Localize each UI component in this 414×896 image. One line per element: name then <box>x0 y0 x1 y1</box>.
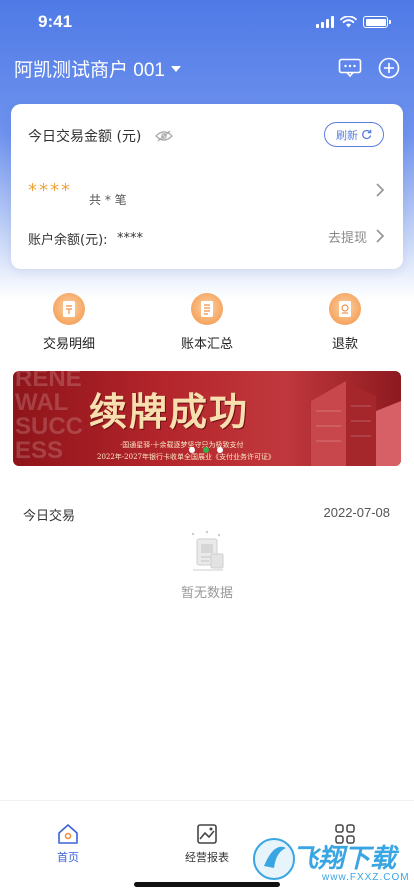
report-icon <box>197 824 217 844</box>
home-icon <box>58 824 78 844</box>
watermark: 飞翔下载 www.FXXZ.COM <box>248 830 410 890</box>
amount-masked: **** <box>28 180 72 201</box>
quick-item-transaction-details[interactable]: 交易明细 <box>19 293 119 352</box>
building-graphic <box>311 381 401 466</box>
merchant-switcher[interactable]: 阿凯测试商户 001 <box>14 55 181 82</box>
banner-subtitle: 2022年-2027年银行卡收单全国展业《支付业务许可证》 <box>97 453 275 461</box>
carousel-indicator <box>189 447 223 453</box>
quick-item-label: 退款 <box>331 337 358 352</box>
refresh-icon <box>362 129 372 140</box>
quick-item-refund[interactable]: 退款 <box>295 293 395 352</box>
refresh-button[interactable]: 刷新 <box>324 122 384 147</box>
quick-item-ledger-summary[interactable]: 账本汇总 <box>157 293 257 352</box>
today-amount-title: 今日交易金额 (元) <box>28 129 142 145</box>
ledger-icon <box>191 293 223 325</box>
refund-icon <box>329 293 361 325</box>
quick-menu: 交易明细 账本汇总 退款 <box>0 293 414 355</box>
refresh-label: 刷新 <box>336 128 358 142</box>
withdraw-link[interactable]: 去提现 <box>328 227 367 246</box>
tab-business-report[interactable]: 经营报表 <box>162 823 252 865</box>
carousel-dot-active[interactable] <box>203 447 209 453</box>
empty-label: 暂无数据 <box>180 586 233 601</box>
tab-label: 首页 <box>57 851 79 864</box>
summary-card: 今日交易金额 (元) 刷新 **** 共 * 笔 账户余额(元): **** 去… <box>11 104 403 269</box>
topbar-actions <box>338 57 400 79</box>
top-bar: 阿凯测试商户 001 <box>0 48 414 88</box>
signal-icon <box>316 16 334 28</box>
tab-home[interactable]: 首页 <box>23 823 113 865</box>
transaction-count: 共 * 笔 <box>89 193 127 207</box>
card-title-row: 今日交易金额 (元) <box>28 126 174 146</box>
carousel-dot[interactable] <box>217 447 223 453</box>
empty-state: 暂无数据 <box>0 530 414 601</box>
chevron-right-icon[interactable] <box>375 228 385 244</box>
today-date: 2022-07-08 <box>323 505 391 520</box>
message-icon[interactable] <box>338 58 362 78</box>
watermark-logo-icon <box>253 838 295 880</box>
status-bar: 9:41 <box>0 0 414 44</box>
add-circle-icon[interactable] <box>378 57 400 79</box>
quick-item-label: 账本汇总 <box>180 337 233 352</box>
wifi-icon <box>340 16 357 28</box>
today-transactions-title: 今日交易 <box>23 509 76 524</box>
chevron-right-icon[interactable] <box>375 182 385 198</box>
carousel-dot[interactable] <box>189 447 195 453</box>
status-time: 9:41 <box>38 12 73 31</box>
receipt-icon <box>53 293 85 325</box>
merchant-name: 阿凯测试商户 001 <box>14 59 165 81</box>
empty-document-icon <box>191 530 224 571</box>
quick-item-label: 交易明细 <box>42 337 95 352</box>
promo-banner[interactable]: RENEWAL SUCCESS 续牌成功 ·国通星驿·十余载逐梦坚守只为极致支付… <box>13 371 401 466</box>
status-icons <box>316 16 391 28</box>
balance-label: 账户余额(元): <box>28 233 108 248</box>
banner-title: 续牌成功 <box>89 389 250 434</box>
caret-down-icon <box>170 66 181 72</box>
eye-hide-icon[interactable] <box>155 130 174 142</box>
battery-icon <box>363 16 391 28</box>
watermark-url: www.FXXZ.COM <box>322 872 410 883</box>
banner-subtitle: ·国通星驿·十余载逐梦坚守只为极致支付 <box>120 441 244 449</box>
banner-side-text: RENEWAL SUCCESS <box>15 371 84 464</box>
watermark-text: 飞翔下载 <box>292 843 397 873</box>
balance-masked: **** <box>117 231 143 246</box>
tab-label: 经营报表 <box>185 851 229 864</box>
